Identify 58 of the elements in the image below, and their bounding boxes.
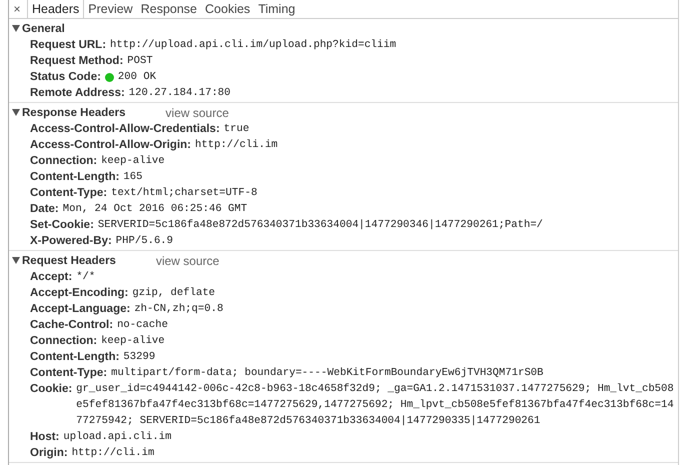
triangle-icon[interactable] <box>12 257 20 264</box>
header-name: Content-Type: <box>30 366 108 381</box>
header-name: Status Code: <box>30 70 101 85</box>
view-source-link[interactable]: view source <box>166 106 229 120</box>
header-value: http://cli.im <box>72 446 154 461</box>
header-name: Accept-Language: <box>30 302 130 317</box>
header-value: true <box>224 122 250 137</box>
header-value: Mon, 24 Oct 2016 06:25:46 GMT <box>62 202 248 217</box>
header-value: keep-alive <box>101 334 165 349</box>
section-title[interactable]: Response Headers <box>22 106 126 118</box>
header-value: 200 OK <box>118 70 156 85</box>
header-value: http://cli.im <box>195 138 278 153</box>
header-value: no-cache <box>117 318 168 333</box>
header-name: X-Powered-By: <box>30 234 112 249</box>
header-name: Access-Control-Allow-Credentials: <box>30 122 220 137</box>
header-value: zh-CN,zh;q=0.8 <box>134 302 224 317</box>
tab[interactable]: Preview <box>84 0 137 18</box>
header-name: Accept: <box>30 270 72 285</box>
header-name: Cookie: <box>30 382 72 397</box>
header-value: PHP/5.6.9 <box>116 234 174 249</box>
header-name: Access-Control-Allow-Origin: <box>30 138 192 153</box>
header-name: Host: <box>30 430 60 445</box>
header-name: Origin: <box>30 446 68 461</box>
header-value: 120.27.184.17:80 <box>128 86 231 101</box>
triangle-icon[interactable] <box>12 109 20 116</box>
section-title[interactable]: General <box>22 22 65 34</box>
header-name: Connection: <box>30 154 98 169</box>
header-value: SERVERID=5c186fa48e872d576340371b33634004|1477290346|1477290261;Path=/ <box>98 218 543 233</box>
header-value: multipart/form-data; boundary=----WebKitFormBoundaryEw6jTVH3QM71rS0B <box>111 366 544 381</box>
header-name: Date: <box>30 202 59 217</box>
header-value: text/html;charset=UTF-8 <box>111 186 258 201</box>
view-source-link[interactable]: view source <box>156 254 220 268</box>
header-name: Request Method: <box>30 54 124 69</box>
tab[interactable]: Headers <box>27 0 84 18</box>
header-name: Set-Cookie: <box>30 218 94 233</box>
header-name: Remote Address: <box>30 86 125 101</box>
header-value: 165 <box>123 170 142 185</box>
header-value: 53299 <box>123 350 156 365</box>
tab[interactable]: Timing <box>254 0 300 18</box>
header-name: Request URL: <box>30 38 106 53</box>
header-value: http://upload.api.cli.im/upload.php?kid=cliim <box>110 38 396 53</box>
tab[interactable]: Cookies <box>201 0 254 18</box>
header-value: */* <box>76 270 96 285</box>
close-button[interactable]: × <box>9 0 27 18</box>
header-name: Content-Length: <box>30 170 120 185</box>
header-name: Accept-Encoding: <box>30 286 128 301</box>
header-name: Connection: <box>30 334 98 349</box>
header-value: keep-alive <box>101 154 165 169</box>
header-name: Content-Length: <box>30 350 120 365</box>
triangle-icon[interactable] <box>12 25 20 32</box>
header-value: gr_user_id=c4944142-006c-42c8-b963-18c4658f32d9; _ga=GA1.2.1471531037.1477275629; Hm_lvt_cb508e5fef81367bfa47f4ec313bf68c=1477275629,1477275692; Hm_lpvt_cb508e5fef81367bfa47f4ec313bf68c=1477275942; SERVERID=5c186fa48e872d576340371b33634004|1477290335|1477290261 <box>76 382 675 429</box>
header-name: Content-Type: <box>30 186 108 201</box>
header-value: POST <box>127 54 153 69</box>
header-value: gzip, deflate <box>132 286 216 301</box>
header-value: upload.api.cli.im <box>63 430 172 445</box>
tab[interactable]: Response <box>136 0 202 18</box>
section-title[interactable]: Request Headers <box>22 254 116 266</box>
header-name: Cache-Control: <box>30 318 114 333</box>
